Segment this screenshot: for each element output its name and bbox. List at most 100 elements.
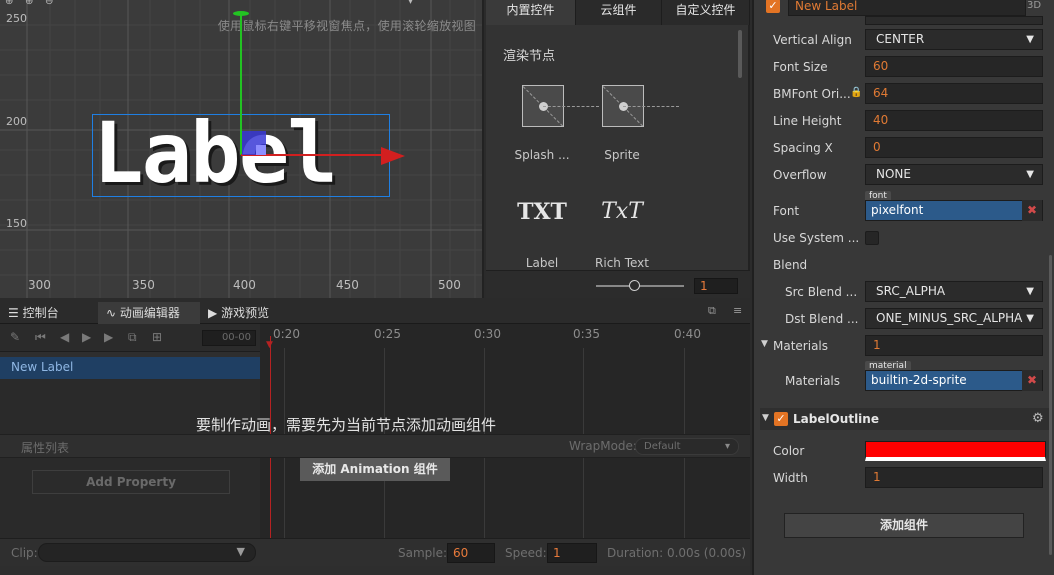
chevron-down-icon: ▼ — [1026, 169, 1034, 180]
animation-toolbar: ✎ ⏮ ◀ ▶ ▶ ⧉ ⊞ 00-00 — [0, 324, 260, 352]
zoom-slider-track[interactable] — [596, 285, 684, 287]
add-component-button[interactable]: 添加组件 — [784, 513, 1024, 538]
palette-item-splash[interactable]: Splash ... — [507, 84, 599, 174]
property-list-label: 属性列表 — [21, 441, 70, 455]
spacing-x-input[interactable]: 0 — [865, 137, 1043, 158]
x-axis-label: 300 — [28, 278, 51, 292]
use-system-font-row: Use System ... — [754, 225, 1044, 251]
dropdown-arrow-icon[interactable]: ▾ — [408, 0, 413, 7]
node-header: ✓ New Label — [766, 0, 1026, 16]
add-property-button[interactable]: Add Property — [32, 470, 230, 494]
palette-scrollbar[interactable] — [738, 30, 742, 78]
add-keyframe-icon[interactable]: ⊞ — [152, 330, 162, 344]
node-active-checkbox[interactable]: ✓ — [766, 0, 780, 13]
palette-section-title: 渲染节点 — [503, 49, 556, 64]
clear-icon[interactable]: ✖ — [1022, 370, 1042, 391]
clip-label: Clip: — [11, 546, 38, 560]
wrapmode-select[interactable]: Default ▾ — [635, 438, 739, 455]
timeline-tick: 0:40 — [674, 327, 701, 341]
3d-toggle[interactable]: 3D — [1027, 0, 1041, 11]
dst-blend-select[interactable]: ONE_MINUS_SRC_ALPHA ▼ — [865, 308, 1043, 329]
sample-input[interactable]: 60 — [447, 543, 495, 563]
timeline-tick: 0:20 — [273, 327, 300, 341]
property-list-header: 属性列表 WrapMode: Default ▾ — [0, 434, 750, 458]
src-blend-select[interactable]: SRC_ALPHA ▼ — [865, 281, 1043, 302]
play-icon[interactable]: ▶ — [82, 330, 91, 344]
edit-icon[interactable]: ✎ — [10, 330, 20, 344]
material-asset-field[interactable]: builtin-2d-sprite ✖ — [865, 370, 1043, 391]
y-axis-arrow-icon[interactable] — [233, 11, 249, 16]
first-frame-icon[interactable]: ⏮ — [35, 330, 46, 345]
zoom-in-icon[interactable]: ⊕ — [25, 0, 33, 7]
popout-icon[interactable]: ⧉ — [708, 304, 716, 318]
animation-node-row[interactable]: New Label — [0, 357, 260, 379]
clip-select[interactable]: ▼ — [38, 543, 256, 562]
expand-arrow-icon[interactable]: ▼ — [762, 413, 769, 423]
palette-item-sprite[interactable]: Sprite — [587, 84, 679, 174]
animation-icon: ∿ — [106, 306, 117, 320]
materials-count-input[interactable]: 1 — [865, 335, 1043, 356]
palette-footer: 1 — [486, 270, 750, 298]
time-field[interactable]: 00-00 — [202, 330, 256, 346]
palette-item-richtext[interactable]: TxT Rich Text — [587, 197, 657, 272]
outline-width-row: Width 1 — [754, 465, 1044, 491]
font-asset-field[interactable]: pixelfont ✖ — [865, 200, 1043, 221]
rich-text-icon: TxT — [601, 199, 643, 224]
palette-item-label[interactable]: TXT Label — [507, 197, 577, 272]
tab-builtin-widgets[interactable]: 内置控件 — [486, 0, 576, 25]
horizontal-align-select[interactable] — [865, 16, 1043, 25]
vertical-align-row: Vertical Align CENTER ▼ — [754, 27, 1044, 53]
tab-console[interactable]: ☰ 控制台 — [0, 302, 98, 324]
scene-view[interactable]: ⊕ ⊕ ⊖ ▾ 使用鼠标右键平移视窗焦点，使用滚轮缩放视图 250 200 15… — [0, 0, 484, 298]
line-height-input[interactable]: 40 — [865, 110, 1043, 131]
prev-frame-icon[interactable]: ◀ — [60, 330, 69, 344]
duration-text: Duration: 0.00s (0.00s) — [607, 546, 747, 560]
add-animation-component-button[interactable]: 添加 Animation 组件 — [300, 458, 450, 481]
use-system-font-checkbox[interactable] — [865, 231, 879, 245]
chevron-down-icon: ▾ — [724, 441, 730, 452]
x-axis-label: 500 — [438, 278, 461, 292]
blend-row: Blend — [773, 258, 808, 272]
outline-width-input[interactable]: 1 — [865, 467, 1043, 488]
move-handle-corner — [256, 145, 266, 155]
overflow-select[interactable]: NONE ▼ — [865, 164, 1043, 185]
playhead-marker-icon[interactable]: ▼ — [266, 340, 273, 350]
expand-arrow-icon[interactable]: ▼ — [761, 339, 768, 349]
zoom-out-icon[interactable]: ⊖ — [45, 0, 53, 7]
chevron-down-icon: ▼ — [1026, 313, 1034, 324]
node-name-input[interactable]: New Label — [788, 0, 1026, 16]
font-row: Font pixelfont ✖ — [754, 198, 1044, 224]
bottom-tabs: ☰ 控制台 ∿ 动画编辑器 ▶ 游戏预览 ⧉ ≡ — [0, 300, 750, 324]
tab-custom-widgets[interactable]: 自定义控件 — [662, 0, 750, 25]
x-axis-label: 400 — [233, 278, 256, 292]
bmfont-size-input[interactable]: 64 — [865, 83, 1043, 104]
tab-game-preview[interactable]: ▶ 游戏预览 — [200, 302, 300, 324]
font-size-input[interactable]: 60 — [865, 56, 1043, 77]
label-outline-header[interactable]: ▼ ✓ LabelOutline ⚙ — [760, 408, 1052, 430]
x-axis-arrow-icon[interactable] — [381, 147, 405, 165]
gear-icon[interactable]: ⚙ — [1032, 411, 1044, 426]
widget-palette: 内置控件 云组件 自定义控件 渲染节点 Splash ... Sprite TX… — [486, 0, 750, 298]
materials-row: ▼ Materials 1 — [754, 333, 1044, 359]
label-node-text[interactable]: Label — [93, 108, 338, 198]
scene-toolbar: ⊕ ⊕ ⊖ ▾ — [0, 0, 482, 8]
next-frame-icon[interactable]: ▶ — [104, 330, 113, 344]
sample-label: Sample: — [398, 546, 448, 560]
vertical-align-select[interactable]: CENTER ▼ — [865, 29, 1043, 50]
menu-icon[interactable]: ≡ — [733, 304, 742, 317]
speed-input[interactable]: 1 — [547, 543, 597, 563]
zoom-slider-thumb[interactable] — [629, 280, 640, 291]
clear-icon[interactable]: ✖ — [1022, 200, 1042, 221]
zoom-fit-icon[interactable]: ⊕ — [5, 0, 13, 7]
inspector-scrollbar[interactable] — [1049, 255, 1052, 555]
animation-status-bar: Clip: ▼ Sample: 60 Speed: 1 Duration: 0.… — [0, 538, 750, 566]
animation-empty-message: 要制作动画，需要先为当前节点添加动画组件 — [196, 416, 497, 434]
tab-animation-editor[interactable]: ∿ 动画编辑器 — [98, 302, 200, 324]
tab-cloud-widgets[interactable]: 云组件 — [576, 0, 662, 25]
add-event-icon[interactable]: ⧉ — [128, 330, 137, 345]
outline-color-swatch[interactable] — [865, 441, 1046, 461]
label-outline-checkbox[interactable]: ✓ — [774, 412, 788, 426]
zoom-input[interactable]: 1 — [694, 278, 738, 294]
timeline-tick: 0:25 — [374, 327, 401, 341]
chevron-down-icon: ▼ — [1026, 286, 1034, 297]
